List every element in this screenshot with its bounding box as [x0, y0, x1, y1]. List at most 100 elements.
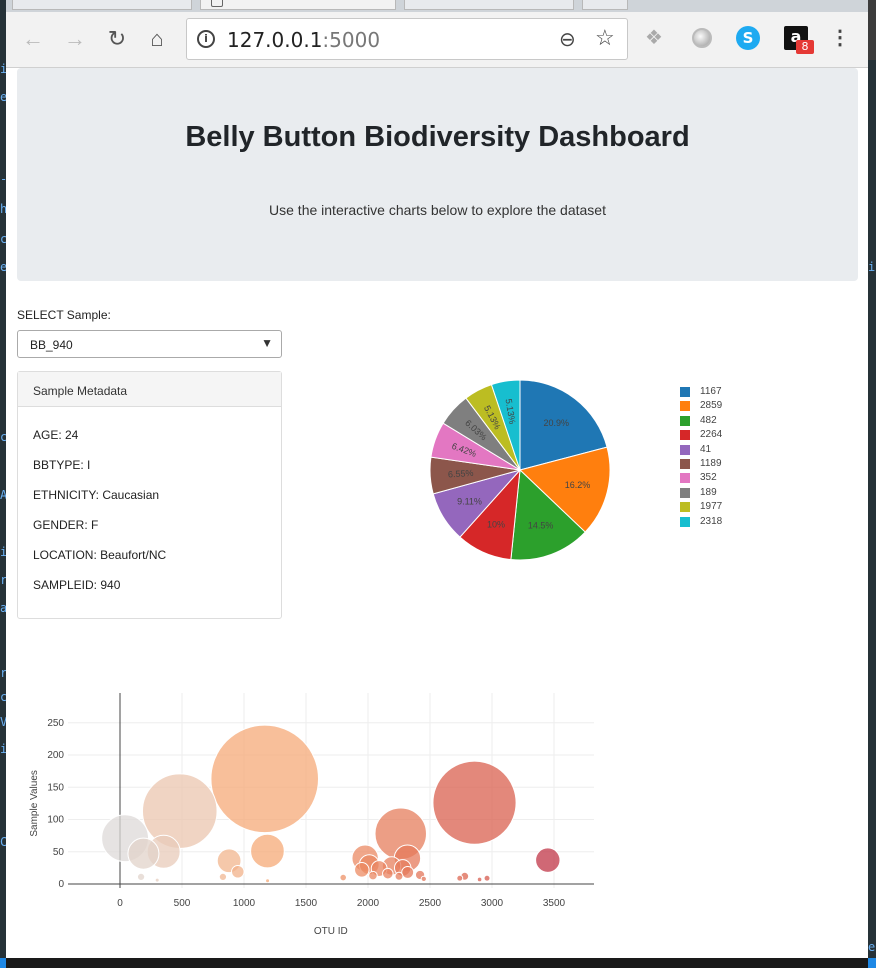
page-icon [211, 0, 223, 7]
legend-label: 189 [700, 486, 717, 498]
bubble-chart[interactable]: 0 500 1000 1500 2000 2500 3000 3500 0 50 100 150 200… [6, 688, 626, 958]
address-bar[interactable]: i 127.0.0.1:5000 ⊖ ☆ [186, 18, 628, 60]
editor-glyph: i [868, 260, 876, 274]
tab-1[interactable] [12, 0, 192, 10]
metadata-ethnicity: ETHNICITY: Caucasian [33, 488, 160, 502]
bubble-point[interactable] [231, 864, 245, 879]
legend-item[interactable]: 2859 [680, 399, 760, 413]
legend-item[interactable]: 482 [680, 414, 760, 428]
x-axis-label: OTU ID [314, 926, 348, 937]
legend-swatch [680, 444, 690, 455]
bubble-point[interactable] [154, 877, 160, 883]
browser-menu-icon[interactable]: ⋮ [830, 26, 850, 52]
url-text[interactable]: 127.0.0.1:5000 [227, 28, 380, 52]
tab-3[interactable] [404, 0, 574, 10]
sample-select-value: BB_940 [30, 338, 73, 352]
skype-icon[interactable]: S [736, 26, 760, 50]
legend-label: 2859 [700, 400, 723, 412]
bubble-point[interactable] [476, 876, 483, 883]
metadata-panel-title: Sample Metadata [33, 384, 128, 398]
pie-slice-label: 14.5% [528, 521, 554, 531]
tab-strip [6, 0, 868, 12]
sample-select[interactable]: BB_940 ▼ [17, 330, 282, 358]
y-axis-label: Sample Values [29, 770, 40, 837]
sample-metadata-panel: Sample Metadata AGE: 24 BBTYPE: I ETHNIC… [17, 371, 282, 619]
x-tick-label: 2500 [419, 898, 442, 909]
pie-slice-label: 10% [487, 519, 505, 529]
bubble-point[interactable] [420, 875, 427, 882]
bubble-point[interactable] [354, 862, 370, 878]
browser-chrome: ← → ↻ ⌂ i 127.0.0.1:5000 ⊖ ☆ ❖ S a 8 ⋮ [6, 0, 868, 68]
bubble-point[interactable] [141, 773, 218, 849]
legend-item[interactable]: 1167 [680, 385, 760, 399]
tab-2-active[interactable] [200, 0, 396, 10]
y-tick-label: 250 [47, 718, 64, 729]
pie-slice-label: 16.2% [565, 480, 591, 490]
pie-slice-label: 6.55% [448, 468, 474, 480]
browser-toolbar: ← → ↻ ⌂ i 127.0.0.1:5000 ⊖ ☆ ❖ S a 8 ⋮ [6, 12, 868, 68]
legend-item[interactable]: 352 [680, 471, 760, 485]
legend-item[interactable]: 1977 [680, 500, 760, 514]
legend-item[interactable]: 41 [680, 443, 760, 457]
bubble-point[interactable] [265, 878, 271, 884]
legend-label: 1189 [700, 458, 722, 469]
header-jumbotron: Belly Button Biodiversity Dashboard Use … [17, 68, 858, 281]
metadata-location: LOCATION: Beaufort/NC [33, 548, 167, 562]
bubble-point[interactable] [339, 873, 348, 882]
legend-label: 1977 [700, 501, 723, 513]
page-subtitle: Use the interactive charts below to expl… [269, 202, 606, 218]
pie-slice-label: 20.9% [544, 418, 570, 428]
forward-icon[interactable]: → [62, 26, 88, 52]
legend-swatch [680, 473, 690, 484]
bubble-point[interactable] [250, 833, 285, 869]
bubble-point[interactable] [401, 865, 415, 879]
bubble-point[interactable] [483, 874, 491, 882]
taskbar-accent-right [868, 958, 876, 968]
legend-swatch [680, 516, 690, 527]
y-tick-label: 0 [58, 879, 64, 890]
bubble-point[interactable] [432, 760, 517, 845]
bubble-point[interactable] [456, 874, 464, 882]
select-sample-label: SELECT Sample: [17, 308, 111, 322]
reload-icon[interactable]: ↻ [104, 26, 130, 52]
bookmark-star-icon[interactable]: ☆ [595, 25, 615, 51]
metadata-gender: GENDER: F [33, 518, 99, 532]
zoom-icon[interactable]: ⊖ [559, 27, 576, 52]
page-title-text: Belly Button Biodiversity Dashboard [185, 121, 690, 153]
metadata-panel-header: Sample Metadata [18, 372, 281, 407]
bubble-point[interactable] [535, 847, 561, 873]
bubble-point[interactable] [127, 837, 160, 870]
editor-glyph: e [868, 940, 876, 954]
new-tab-button[interactable] [582, 0, 628, 10]
back-icon[interactable]: ← [20, 26, 46, 52]
info-icon[interactable]: i [197, 30, 215, 48]
legend-label: 2264 [700, 429, 723, 441]
y-tick-label: 150 [47, 782, 64, 793]
dropbox-icon[interactable]: ❖ [642, 26, 666, 50]
chevron-down-icon: ▼ [261, 336, 273, 350]
bubble-point[interactable] [394, 871, 404, 881]
home-icon[interactable]: ⌂ [144, 26, 170, 52]
page-content: Belly Button Biodiversity Dashboard Use … [6, 68, 868, 958]
bubble-point[interactable] [382, 867, 394, 880]
x-tick-label: 1500 [295, 898, 318, 909]
legend-item[interactable]: 2264 [680, 428, 760, 442]
legend-label: 482 [700, 414, 717, 426]
legend-swatch [680, 401, 690, 412]
legend-item[interactable]: 2318 [680, 515, 760, 529]
legend-label: 352 [700, 472, 717, 484]
bubble-point[interactable] [218, 872, 228, 882]
bubble-point[interactable] [210, 724, 319, 834]
legend-item[interactable]: 1189 [680, 457, 760, 471]
extension-circle-icon[interactable] [692, 28, 712, 48]
y-tick-label: 200 [47, 750, 64, 761]
legend-swatch [680, 487, 690, 498]
legend-swatch [680, 415, 690, 426]
bubble-point[interactable] [136, 872, 146, 882]
amazon-icon[interactable]: a 8 [784, 26, 814, 54]
bubble-point[interactable] [368, 870, 378, 881]
url-host: 127.0.0.1 [227, 28, 323, 52]
legend-item[interactable]: 189 [680, 486, 760, 500]
x-tick-label: 1000 [233, 898, 256, 909]
x-tick-label: 2000 [357, 898, 380, 909]
